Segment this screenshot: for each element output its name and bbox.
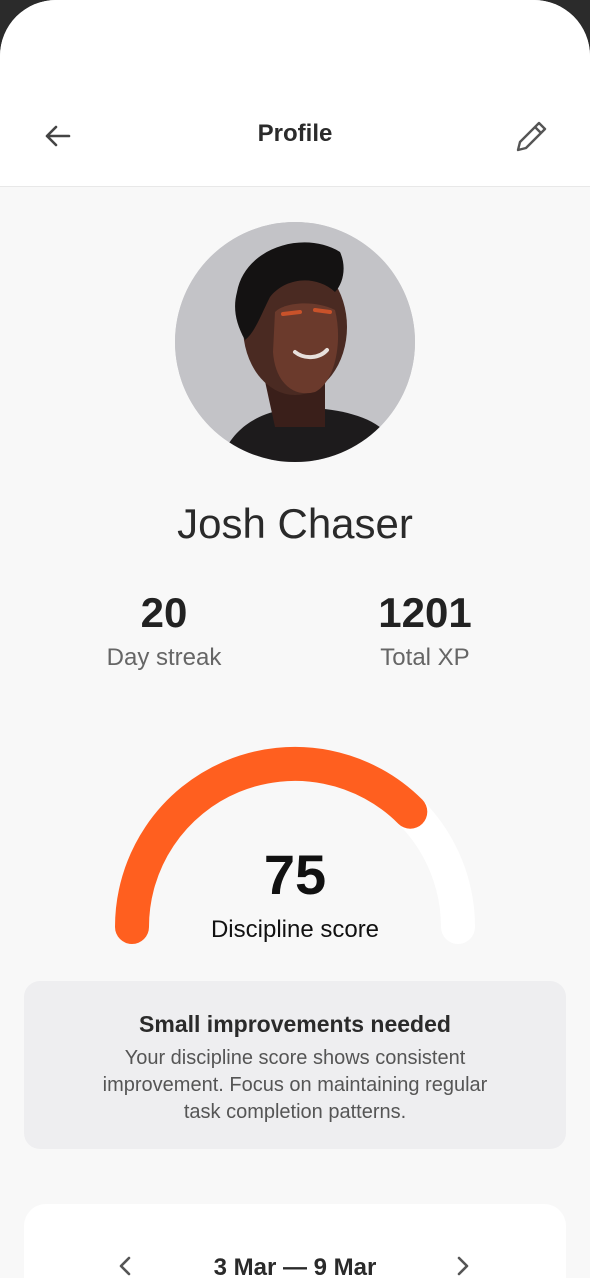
week-selector-card: 3 Mar — 9 Mar	[24, 1204, 566, 1278]
profile-name: Josh Chaser	[177, 500, 413, 547]
stat-day-streak: 20 Day streak	[54, 588, 274, 672]
discipline-score-label: Discipline score	[210, 916, 380, 943]
improvement-title: Small improvements needed	[139, 1011, 451, 1037]
pencil-icon	[516, 121, 547, 152]
week-range: 3 Mar — 9 Mar	[213, 1254, 377, 1278]
chevron-right-icon	[457, 1256, 469, 1276]
improvement-description: Your discipline score shows consistent i…	[102, 1047, 488, 1123]
stat-label: Total XP	[380, 644, 470, 671]
page-title: Profile	[257, 120, 333, 147]
profile-photo	[175, 222, 415, 462]
edit-profile-button[interactable]	[510, 114, 554, 158]
stat-value: 20	[140, 589, 188, 636]
improvement-card: Small improvements needed Your disciplin…	[24, 981, 566, 1149]
stat-value: 1201	[378, 589, 472, 636]
stat-total-xp: 1201 Total XP	[315, 588, 535, 672]
next-week-button[interactable]	[448, 1252, 476, 1278]
discipline-score-value: 75	[263, 843, 327, 906]
stat-label: Day streak	[106, 644, 222, 671]
top-app-bar: Profile	[0, 0, 590, 187]
avatar	[175, 222, 415, 462]
profile-screen: Profile Josh Chaser 20 Day streak 1201 T…	[0, 0, 590, 1278]
